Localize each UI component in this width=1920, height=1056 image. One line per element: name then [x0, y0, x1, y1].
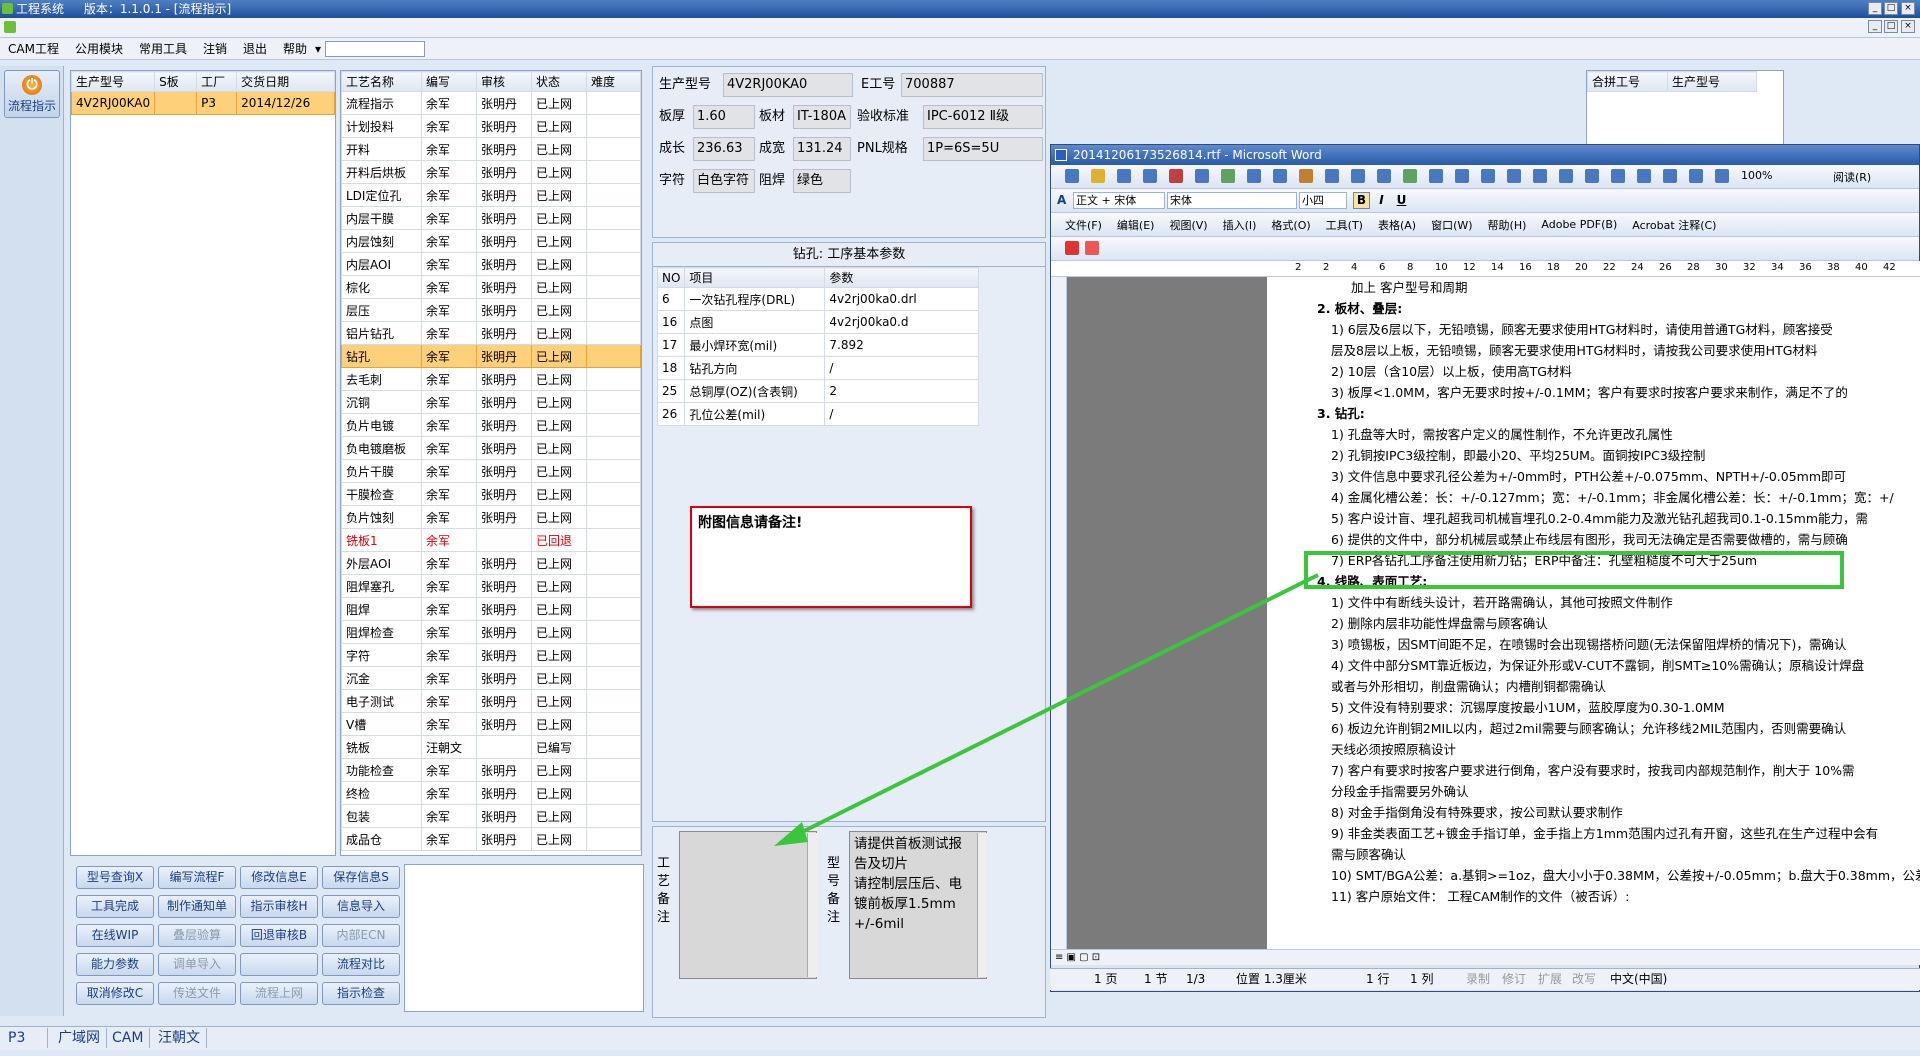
- tab-user[interactable]: 汪朝文: [152, 1028, 207, 1048]
- tab-factory[interactable]: P3: [2, 1028, 48, 1048]
- highlight-box: [1304, 551, 1844, 589]
- annotation-overlay: [774, 551, 1844, 846]
- arrow-head: [774, 822, 808, 846]
- status-tabs-bar: P3 广域网 CAM 汪朝文: [0, 1026, 1920, 1050]
- tab-cam[interactable]: CAM: [106, 1028, 151, 1048]
- annotation-arrow: [789, 573, 1319, 840]
- tab-wan[interactable]: 广域网: [52, 1028, 107, 1048]
